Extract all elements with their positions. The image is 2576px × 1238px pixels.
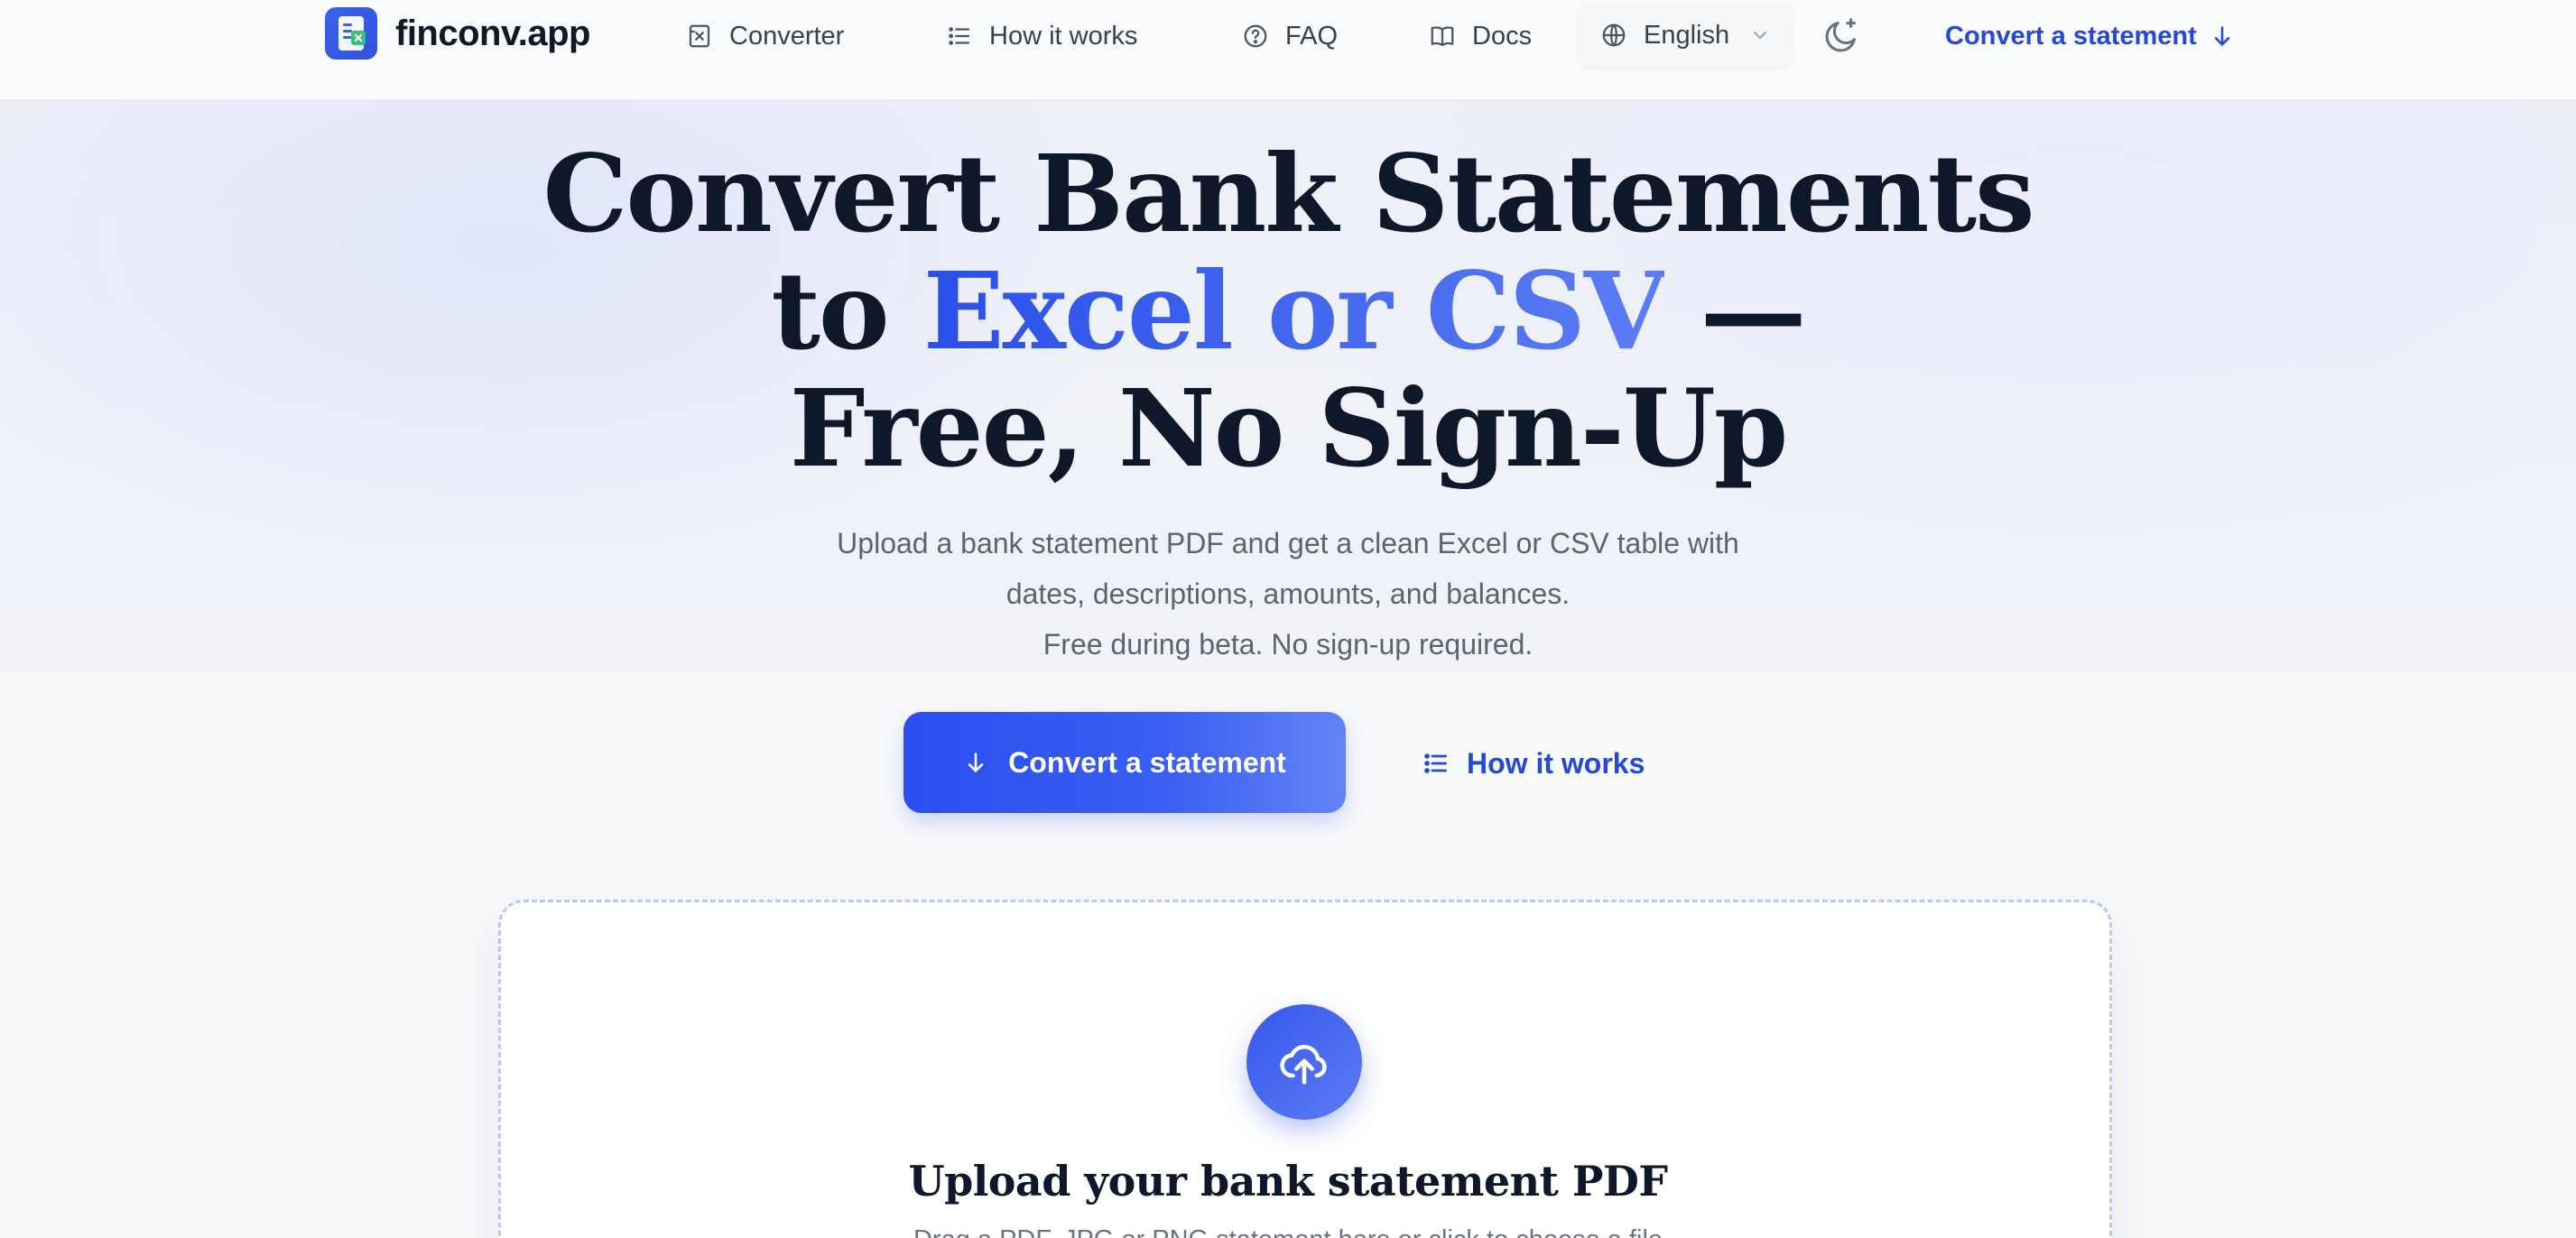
nav-convert-button[interactable]: Convert a statement bbox=[1945, 13, 2235, 60]
convert-statement-button[interactable]: Convert a statement bbox=[903, 712, 1346, 813]
language-label: English bbox=[1644, 20, 1730, 50]
nav-how-it-works-label: How it works bbox=[989, 21, 1138, 51]
top-navigation: finconv.app Converter How it works FAQ D… bbox=[0, 0, 2576, 101]
nav-how-it-works[interactable]: How it works bbox=[946, 13, 1137, 60]
hero-subtitle-line2: dates, descriptions, amounts, and balanc… bbox=[1005, 577, 1571, 610]
arrow-down-icon bbox=[2214, 26, 2230, 46]
how-it-works-button[interactable]: How it works bbox=[1422, 740, 1645, 787]
brand-name: finconv.app bbox=[395, 13, 590, 53]
arrow-down-icon bbox=[968, 753, 984, 772]
upload-title: Upload your bank statement PDF bbox=[908, 1157, 1668, 1206]
list-icon bbox=[1424, 753, 1447, 773]
hero-subtitle: Upload a bank statement PDF and get a cl… bbox=[656, 518, 1920, 670]
upload-button[interactable] bbox=[1246, 1004, 1362, 1120]
brand-link[interactable]: finconv.app bbox=[325, 7, 590, 60]
nav-docs[interactable]: Docs bbox=[1429, 13, 1532, 60]
nav-faq[interactable]: FAQ bbox=[1242, 13, 1338, 60]
language-select[interactable]: English bbox=[1579, 4, 1792, 67]
convert-statement-label: Convert a statement bbox=[1008, 745, 1286, 779]
globe-icon bbox=[1602, 23, 1626, 47]
hero-title-line1: Convert Bank Statements bbox=[542, 131, 2034, 256]
hero-subtitle-line1: Upload a bank statement PDF and get a cl… bbox=[837, 527, 1739, 559]
nav-convert-label: Convert a statement bbox=[1945, 21, 2197, 51]
hero-subtitle-line3: Free during beta. No sign-up required. bbox=[1042, 628, 1534, 661]
theme-toggle-button[interactable] bbox=[1821, 14, 1863, 56]
how-it-works-label: How it works bbox=[1467, 746, 1645, 780]
hero-title-line3: Free, No Sign-Up bbox=[789, 365, 1789, 491]
hero-title-dash: — bbox=[1700, 248, 1807, 374]
hero-title: Convert Bank Statements to Excel or CSV … bbox=[385, 135, 2191, 487]
list-icon bbox=[949, 27, 970, 45]
book-icon bbox=[1431, 26, 1454, 47]
help-circle-icon bbox=[1244, 24, 1267, 48]
nav-docs-label: Docs bbox=[1472, 21, 1533, 51]
cloud-upload-icon bbox=[1280, 1044, 1327, 1085]
moon-icon bbox=[1825, 18, 1856, 52]
hero-title-accent: Excel or CSV bbox=[922, 248, 1667, 374]
hero-title-to: to bbox=[771, 248, 889, 374]
nav-converter[interactable]: Converter bbox=[686, 13, 844, 60]
chevron-down-icon bbox=[1754, 32, 1767, 40]
upload-hint: Drag a PDF, JPG or PNG statement here or… bbox=[746, 1225, 1830, 1238]
spreadsheet-icon bbox=[689, 24, 710, 48]
nav-converter-label: Converter bbox=[729, 21, 845, 51]
logo-icon bbox=[325, 7, 377, 60]
nav-faq-label: FAQ bbox=[1285, 21, 1339, 51]
